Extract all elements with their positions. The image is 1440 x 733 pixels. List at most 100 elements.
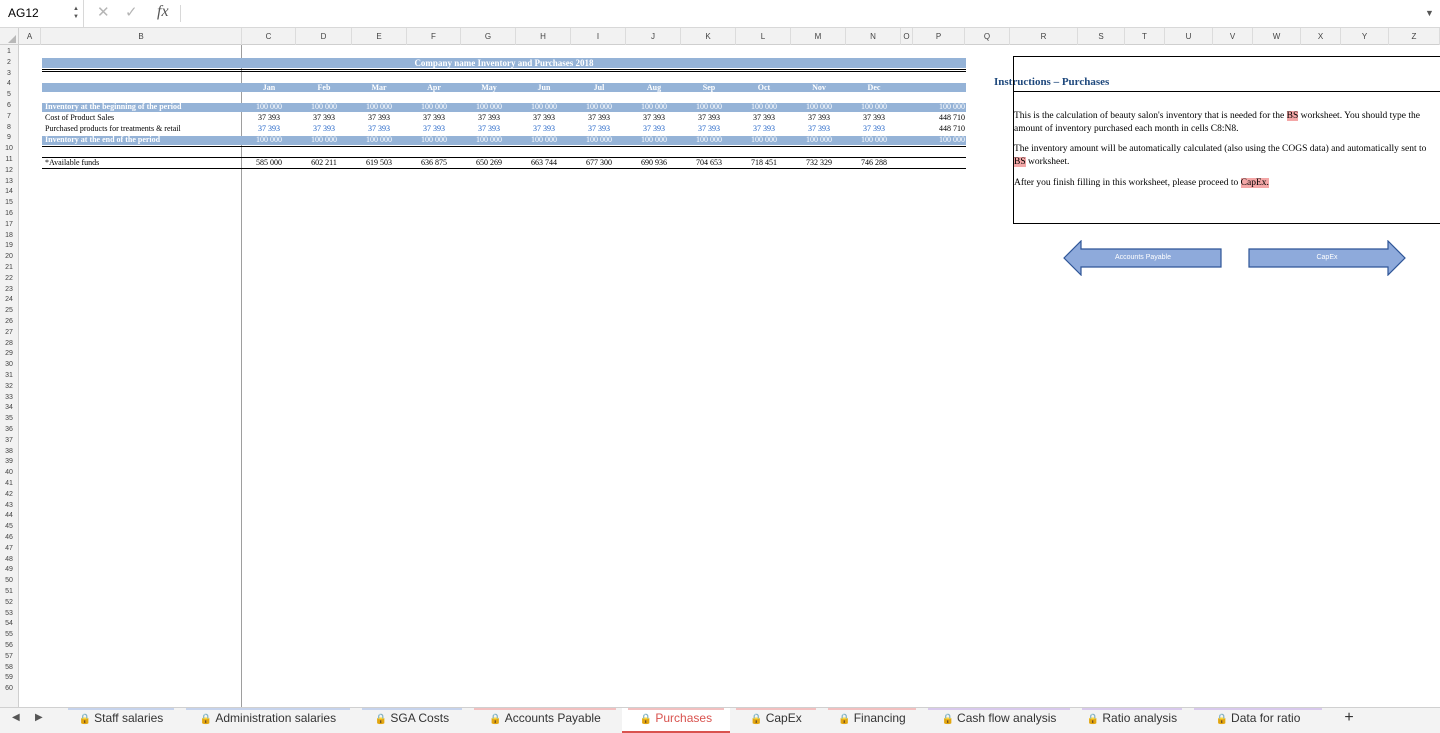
row-header-2[interactable]: 2 <box>0 58 18 68</box>
column-header-k[interactable]: K <box>681 28 736 45</box>
name-box-spinner-icon[interactable]: ▲ ▼ <box>72 5 80 23</box>
sheet-tab-cash-flow-analysis[interactable]: 🔒 Cash flow analysis <box>922 708 1076 733</box>
row-header-24[interactable]: 24 <box>0 295 18 305</box>
column-header-o[interactable]: O <box>901 28 913 45</box>
sheet-tab-ratio-analysis[interactable]: 🔒 Ratio analysis <box>1076 708 1188 733</box>
column-header-j[interactable]: J <box>626 28 681 45</box>
sheet-tab-purchases[interactable]: 🔒 Purchases <box>622 708 730 733</box>
row-header-7[interactable]: 7 <box>0 112 18 122</box>
column-header-e[interactable]: E <box>352 28 407 45</box>
cell-2-6[interactable]: 37 393 <box>574 124 624 134</box>
row-header-20[interactable]: 20 <box>0 252 18 262</box>
row-header-52[interactable]: 52 <box>0 598 18 608</box>
sheet-tab-financing[interactable]: 🔒 Financing <box>822 708 922 733</box>
row-header-48[interactable]: 48 <box>0 555 18 565</box>
add-sheet-icon[interactable]: + <box>1338 708 1360 733</box>
formula-bar-expand-icon[interactable]: ▼ <box>1425 8 1434 18</box>
next-sheet-icon[interactable]: ▶ <box>35 712 43 723</box>
row-header-45[interactable]: 45 <box>0 522 18 532</box>
enter-icon[interactable]: ✓ <box>125 4 138 22</box>
row-header-57[interactable]: 57 <box>0 652 18 662</box>
row-header-9[interactable]: 9 <box>0 133 18 143</box>
row-header-13[interactable]: 13 <box>0 177 18 187</box>
row-header-49[interactable]: 49 <box>0 565 18 575</box>
cancel-icon[interactable]: ✕ <box>97 4 110 22</box>
cell-2-10[interactable]: 37 393 <box>794 124 844 134</box>
column-header-y[interactable]: Y <box>1341 28 1389 45</box>
row-header-14[interactable]: 14 <box>0 187 18 197</box>
row-header-34[interactable]: 34 <box>0 403 18 413</box>
row-header-55[interactable]: 55 <box>0 630 18 640</box>
row-header-35[interactable]: 35 <box>0 414 18 424</box>
row-header-33[interactable]: 33 <box>0 393 18 403</box>
row-header-32[interactable]: 32 <box>0 382 18 392</box>
cell-2-3[interactable]: 37 393 <box>409 124 459 134</box>
row-header-25[interactable]: 25 <box>0 306 18 316</box>
row-header-30[interactable]: 30 <box>0 360 18 370</box>
sheet-tab-capex[interactable]: 🔒 CapEx <box>730 708 822 733</box>
row-header-44[interactable]: 44 <box>0 511 18 521</box>
row-header-40[interactable]: 40 <box>0 468 18 478</box>
row-header-6[interactable]: 6 <box>0 101 18 111</box>
cell-2-7[interactable]: 37 393 <box>629 124 679 134</box>
row-header-16[interactable]: 16 <box>0 209 18 219</box>
row-header-11[interactable]: 11 <box>0 155 18 165</box>
row-header-4[interactable]: 4 <box>0 79 18 89</box>
row-header-1[interactable]: 1 <box>0 47 18 57</box>
cell-2-4[interactable]: 37 393 <box>464 124 514 134</box>
row-header-3[interactable]: 3 <box>0 69 18 79</box>
row-header-38[interactable]: 38 <box>0 447 18 457</box>
row-header-60[interactable]: 60 <box>0 684 18 694</box>
column-header-p[interactable]: P <box>913 28 965 45</box>
row-header-21[interactable]: 21 <box>0 263 18 273</box>
row-header-46[interactable]: 46 <box>0 533 18 543</box>
row-header-31[interactable]: 31 <box>0 371 18 381</box>
row-header-37[interactable]: 37 <box>0 436 18 446</box>
row-header-23[interactable]: 23 <box>0 285 18 295</box>
row-header-17[interactable]: 17 <box>0 220 18 230</box>
sheet-tab-administration-salaries[interactable]: 🔒 Administration salaries <box>180 708 356 733</box>
column-header-n[interactable]: N <box>846 28 901 45</box>
row-header-28[interactable]: 28 <box>0 339 18 349</box>
row-header-42[interactable]: 42 <box>0 490 18 500</box>
row-header-8[interactable]: 8 <box>0 123 18 133</box>
prev-sheet-icon[interactable]: ◀ <box>12 712 20 723</box>
row-header-5[interactable]: 5 <box>0 90 18 100</box>
row-header-18[interactable]: 18 <box>0 231 18 241</box>
row-header-58[interactable]: 58 <box>0 663 18 673</box>
row-header-56[interactable]: 56 <box>0 641 18 651</box>
column-header-r[interactable]: R <box>1010 28 1078 45</box>
row-header-43[interactable]: 43 <box>0 501 18 511</box>
row-header-15[interactable]: 15 <box>0 198 18 208</box>
column-header-w[interactable]: W <box>1253 28 1301 45</box>
cell-2-8[interactable]: 37 393 <box>684 124 734 134</box>
column-header-v[interactable]: V <box>1213 28 1253 45</box>
column-header-z[interactable]: Z <box>1389 28 1440 45</box>
column-header-u[interactable]: U <box>1165 28 1213 45</box>
row-header-54[interactable]: 54 <box>0 619 18 629</box>
row-header-12[interactable]: 12 <box>0 166 18 176</box>
column-header-m[interactable]: M <box>791 28 846 45</box>
cell-2-2[interactable]: 37 393 <box>354 124 404 134</box>
column-header-d[interactable]: D <box>296 28 352 45</box>
cell-2-5[interactable]: 37 393 <box>519 124 569 134</box>
row-header-41[interactable]: 41 <box>0 479 18 489</box>
cell-2-11[interactable]: 37 393 <box>849 124 899 134</box>
capex-button[interactable]: CapEx <box>1247 240 1407 276</box>
column-header-l[interactable]: L <box>736 28 791 45</box>
row-header-29[interactable]: 29 <box>0 349 18 359</box>
select-all-corner[interactable] <box>0 28 19 45</box>
sheet-tab-staff-salaries[interactable]: 🔒 Staff salaries <box>62 708 180 733</box>
sheet-tab-data-for-ratio[interactable]: 🔒 Data for ratio <box>1188 708 1328 733</box>
column-header-f[interactable]: F <box>407 28 461 45</box>
row-header-10[interactable]: 10 <box>0 144 18 154</box>
row-header-36[interactable]: 36 <box>0 425 18 435</box>
column-header-x[interactable]: X <box>1301 28 1341 45</box>
column-header-a[interactable]: A <box>19 28 41 45</box>
row-header-47[interactable]: 47 <box>0 544 18 554</box>
row-header-27[interactable]: 27 <box>0 328 18 338</box>
column-header-b[interactable]: B <box>41 28 242 45</box>
column-header-i[interactable]: I <box>571 28 626 45</box>
row-header-22[interactable]: 22 <box>0 274 18 284</box>
cell-2-9[interactable]: 37 393 <box>739 124 789 134</box>
